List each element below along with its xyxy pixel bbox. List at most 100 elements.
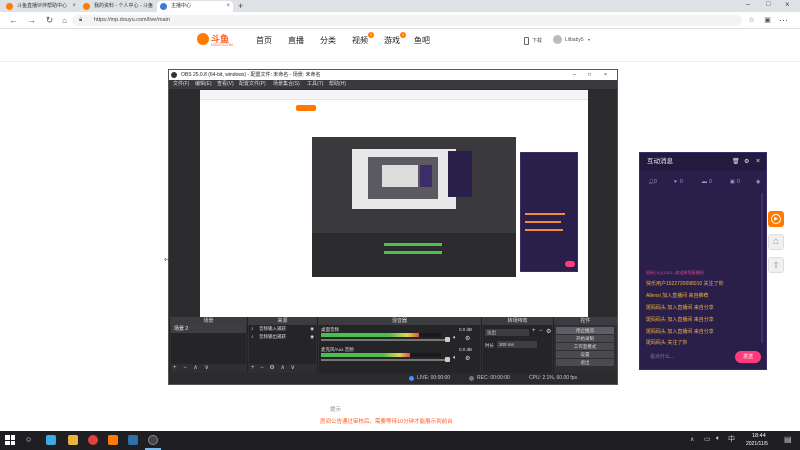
douyu-logo[interactable]: 斗鱼 DOUYU.COM — [197, 32, 235, 50]
scene-item[interactable]: 场景 2 — [171, 325, 246, 333]
nav-live[interactable]: 直播 — [288, 35, 304, 46]
douyu-app-icon[interactable] — [108, 435, 118, 445]
slider-handle[interactable] — [445, 337, 450, 342]
new-tab-button[interactable]: + — [238, 0, 243, 12]
url-field[interactable]: 🔒︎ https://mp.douyu.com/live/main — [72, 15, 742, 26]
network-icon[interactable]: ▭ — [704, 435, 711, 443]
volume-slider-desktop[interactable] — [321, 339, 447, 341]
menu-edit[interactable]: 编辑(E) — [195, 80, 212, 89]
obs-maximize-icon[interactable]: □ — [588, 70, 591, 80]
remove-source-icon[interactable]: − — [260, 365, 264, 371]
visibility-eye-icon[interactable]: ◉ — [310, 333, 314, 341]
obs-preview-canvas[interactable] — [200, 90, 588, 327]
collections-icon[interactable]: ▣ — [762, 15, 773, 26]
reload-icon[interactable]: ↻ — [44, 15, 55, 26]
favorites-icon[interactable]: ☆ — [746, 15, 757, 26]
menu-tools[interactable]: 工具(T) — [307, 80, 323, 89]
user-avatar[interactable] — [553, 35, 562, 44]
taskbar-date[interactable]: 2021/11/5 — [746, 441, 768, 447]
browser-tab-2[interactable]: 我的资料 - 个人中心 - 斗鱼 × — [80, 1, 156, 12]
play-side-button[interactable]: ▶ — [768, 211, 784, 227]
close-window-icon[interactable]: × — [785, 0, 790, 9]
edge-icon[interactable] — [46, 435, 56, 445]
ime-icon[interactable]: 中 — [728, 434, 735, 444]
source-up-icon[interactable]: ∧ — [280, 365, 284, 371]
obs-app-icon[interactable] — [148, 435, 158, 445]
obs-minimize-icon[interactable]: – — [573, 70, 576, 80]
taskbar-time[interactable]: 18:44 — [752, 433, 766, 439]
tray-chevron-icon[interactable]: ∧ — [690, 436, 694, 443]
chat-input[interactable]: 说点什么... — [646, 351, 736, 363]
user-name[interactable]: Lilbaby5 — [565, 37, 584, 43]
close-tab-icon[interactable]: × — [72, 1, 76, 12]
close-tab-icon[interactable]: × — [149, 1, 153, 12]
transition-settings-icon[interactable]: ⚙ — [546, 328, 551, 335]
remove-scene-icon[interactable]: − — [183, 365, 187, 371]
obs-window[interactable]: OBS 25.0.8 (64-bit, windows) - 配置文件: 未命名… — [168, 69, 618, 385]
settings-button[interactable]: 设置 — [556, 351, 614, 358]
source-item[interactable]: ♪ 音频输出捕获 ◉ — [249, 333, 316, 341]
source-item[interactable]: ♪ 音频输入捕获 ◉ — [249, 325, 316, 333]
notifications-icon[interactable]: ▤ — [784, 435, 792, 444]
minimize-window-icon[interactable]: – — [746, 1, 750, 8]
share-side-button[interactable]: ⇧ — [768, 257, 784, 273]
menu-profile[interactable]: 配置文件(P) — [239, 80, 266, 89]
gear-icon[interactable]: ⚙ — [465, 335, 470, 342]
home-icon[interactable]: ⌂ — [59, 15, 70, 26]
close-tab-icon[interactable]: × — [226, 1, 230, 12]
remove-transition-icon[interactable]: − — [539, 328, 543, 334]
file-explorer-icon[interactable] — [68, 435, 78, 445]
nav-games[interactable]: 游戏 — [384, 35, 400, 46]
move-up-icon[interactable]: ∧ — [193, 365, 197, 371]
chevron-down-icon[interactable]: ▾ — [588, 37, 590, 42]
chrome-icon[interactable] — [88, 435, 98, 445]
search-icon[interactable]: ○ — [26, 434, 31, 444]
download-link[interactable]: 下载 — [532, 37, 542, 44]
source-down-icon[interactable]: ∨ — [291, 365, 295, 371]
exit-button[interactable]: 退出 — [556, 359, 614, 366]
menu-file[interactable]: 文件(F) — [173, 80, 189, 89]
nav-category[interactable]: 分类 — [320, 35, 336, 46]
slider-handle[interactable] — [445, 357, 450, 362]
more-menu-icon[interactable]: ⋯ — [778, 15, 789, 26]
visibility-eye-icon[interactable]: ◉ — [310, 325, 314, 333]
back-icon[interactable]: ← — [8, 15, 19, 26]
speaker-mute-icon[interactable]: 🔈︎ — [453, 355, 457, 362]
duration-input[interactable]: 300 ms — [497, 341, 537, 348]
gear-icon[interactable]: ⚙ — [465, 355, 470, 362]
speaker-mute-icon[interactable]: 🔈︎ — [453, 335, 457, 342]
nav-fishbar[interactable]: 鱼吧 — [414, 35, 430, 46]
share-icon: ⇧ — [772, 260, 780, 270]
stop-streaming-button[interactable]: 停止推流 — [556, 327, 614, 334]
nav-video[interactable]: 视频 — [352, 35, 368, 46]
settings-icon[interactable]: ⚙ — [744, 153, 749, 171]
volume-icon[interactable]: 🔈︎ — [716, 435, 720, 443]
maximize-window-icon[interactable]: □ — [766, 1, 770, 8]
move-down-icon[interactable]: ∨ — [204, 365, 208, 371]
obs-close-icon[interactable]: × — [604, 70, 607, 80]
chat-scrollbar[interactable] — [761, 193, 763, 343]
trash-icon[interactable]: 🗑︎ — [732, 153, 740, 171]
menu-view[interactable]: 查看(V) — [217, 80, 234, 89]
add-source-icon[interactable]: + — [251, 365, 255, 371]
add-scene-icon[interactable]: + — [173, 365, 177, 371]
transition-select[interactable]: 淡出 — [485, 329, 529, 336]
steam-icon[interactable] — [128, 435, 138, 445]
start-windows-icon[interactable] — [5, 435, 15, 445]
nav-home[interactable]: 首页 — [256, 35, 272, 46]
add-transition-icon[interactable]: + — [532, 328, 536, 334]
start-recording-button[interactable]: 开始录制 — [556, 335, 614, 342]
close-panel-icon[interactable]: × — [756, 153, 760, 171]
menu-scene-collection[interactable]: 场景集合(S) — [273, 80, 300, 89]
source-settings-icon[interactable]: ⚙ — [269, 365, 274, 371]
volume-slider-mic[interactable] — [321, 359, 447, 361]
send-button[interactable]: 发送 — [735, 351, 761, 363]
menu-help[interactable]: 帮助(H) — [329, 80, 346, 89]
eye-icon[interactable]: ◉ — [756, 179, 760, 185]
forward-icon[interactable]: → — [26, 15, 37, 26]
interaction-panel[interactable]: 互动消息 🗑︎ ⚙ × 👤︎ 0 ♥ 0 ▬ 0 ▣ 0 ◉ 斑码小心(1521… — [639, 152, 767, 370]
home-side-button[interactable]: ⌂ — [768, 234, 784, 250]
browser-tab-1[interactable]: 斗鱼直播伙伴帮助中心 × — [3, 1, 79, 12]
studio-mode-button[interactable]: 工作室模式 — [556, 343, 614, 350]
browser-tab-3[interactable]: 主播中心 × — [157, 1, 233, 12]
